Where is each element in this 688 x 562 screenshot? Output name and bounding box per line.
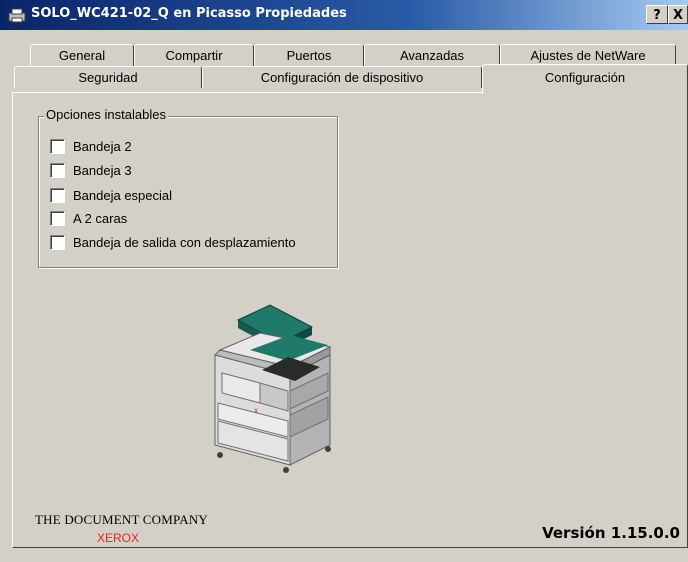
tab-configuracion[interactable]: Configuración	[482, 64, 688, 94]
option-bandeja-3[interactable]: Bandeja 3	[50, 161, 132, 179]
checkbox[interactable]	[50, 187, 65, 203]
tab-puertos[interactable]: Puertos	[254, 44, 364, 66]
window-title: SOLO_WC421-02_Q en Picasso Propiedades	[31, 6, 347, 21]
tab-general[interactable]: General	[30, 44, 134, 66]
option-bandeja-2[interactable]: Bandeja 2	[50, 137, 132, 155]
option-bandeja-salida-desplazamiento[interactable]: Bandeja de salida con desplazamiento	[50, 233, 296, 251]
xerox-logo: XEROX	[97, 531, 140, 545]
checkbox[interactable]	[50, 234, 65, 250]
option-bandeja-especial[interactable]: Bandeja especial	[50, 186, 172, 204]
printer-icon	[8, 8, 26, 23]
group-title: Opciones instalables	[44, 107, 168, 122]
option-label: Bandeja 3	[73, 162, 132, 178]
checkbox[interactable]	[50, 210, 65, 226]
checkbox[interactable]	[50, 162, 65, 178]
option-label: Bandeja especial	[73, 187, 173, 203]
tab-avanzadas[interactable]: Avanzadas	[364, 44, 500, 66]
option-label: A 2 caras	[73, 210, 128, 226]
title-bar: SOLO_WC421-02_Q en Picasso Propiedades ?…	[0, 0, 688, 30]
tab-seguridad[interactable]: Seguridad	[14, 66, 202, 88]
tab-ajustes-netware[interactable]: Ajustes de NetWare	[500, 44, 676, 66]
svg-text:x: x	[254, 406, 258, 415]
close-button[interactable]: X	[668, 5, 688, 24]
tab-configuracion-dispositivo[interactable]: Configuración de dispositivo	[202, 66, 482, 88]
printer-illustration: x	[214, 304, 332, 473]
document-company-logo: THE DOCUMENT COMPANY	[35, 512, 209, 527]
option-label: Bandeja 2	[73, 138, 132, 154]
option-a-2-caras[interactable]: A 2 caras	[50, 209, 127, 227]
help-button[interactable]: ?	[646, 5, 668, 24]
tab-compartir[interactable]: Compartir	[134, 44, 254, 66]
checkbox[interactable]	[50, 138, 65, 154]
version-label: Versión 1.15.0.0	[542, 524, 680, 542]
option-label: Bandeja de salida con desplazamiento	[73, 234, 296, 250]
